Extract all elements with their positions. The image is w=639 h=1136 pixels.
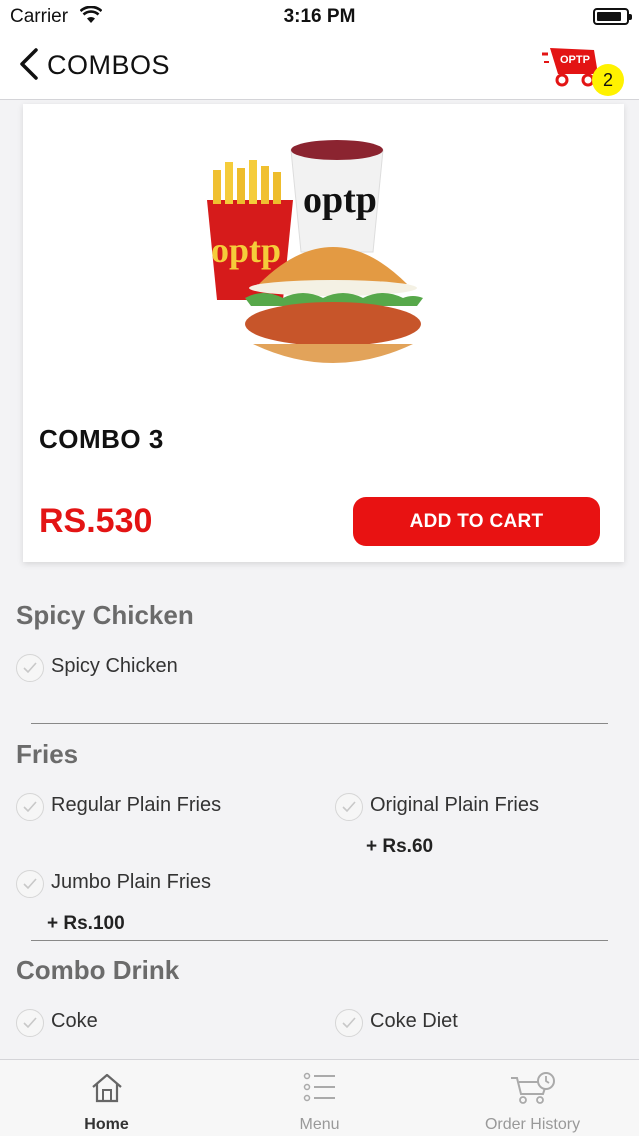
status-time: 3:16 PM (283, 6, 356, 27)
combo-image: optp optp (203, 122, 453, 372)
option-spicy-chicken[interactable]: Spicy Chicken (16, 654, 316, 684)
group-title-drink: Combo Drink (16, 955, 180, 985)
menu-list-icon (303, 1072, 337, 1107)
tab-bar: Home Menu Order History (0, 1059, 639, 1136)
option-jumbo-plain-fries[interactable]: Jumbo Plain Fries (16, 870, 316, 900)
svg-text:optp: optp (303, 179, 377, 221)
chevron-left-icon (20, 48, 38, 80)
check-icon (335, 793, 363, 821)
tab-order-history[interactable]: Order History (426, 1060, 639, 1136)
option-label: Jumbo Plain Fries (51, 871, 212, 893)
battery-icon (593, 8, 632, 25)
option-price-extra: + Rs.60 (366, 836, 434, 857)
check-icon (335, 1009, 363, 1037)
status-bar: Carrier 3:16 PM (0, 0, 639, 32)
option-label: Coke (51, 1010, 98, 1032)
tab-home[interactable]: Home (0, 1060, 213, 1136)
product-price: RS.530 (39, 502, 153, 540)
order-history-icon (509, 1072, 557, 1109)
check-icon (16, 654, 44, 682)
svg-text:OPTP: OPTP (560, 54, 590, 66)
cart-count-badge: 2 (592, 64, 624, 96)
tab-label: Order History (484, 1116, 581, 1133)
section-divider (31, 723, 608, 724)
option-coke[interactable]: Coke (16, 1009, 316, 1039)
home-icon (90, 1072, 124, 1109)
group-title-fries: Fries (16, 739, 79, 769)
option-original-plain-fries[interactable]: Original Plain Fries (335, 793, 625, 823)
option-coke-diet[interactable]: Coke Diet (335, 1009, 625, 1039)
back-button[interactable] (14, 46, 44, 82)
option-regular-plain-fries[interactable]: Regular Plain Fries (16, 793, 316, 823)
tab-label: Menu (299, 1116, 340, 1133)
group-title-main: Spicy Chicken (16, 600, 194, 630)
product-card: optp optp COMBO 3 RS.530 ADD TO CART (23, 104, 624, 562)
page-title: COMBOS (47, 50, 171, 80)
add-to-cart-button[interactable]: ADD TO CART (353, 497, 600, 546)
option-price-extra: + Rs.100 (47, 913, 125, 934)
option-label: Original Plain Fries (370, 794, 539, 816)
check-icon (16, 1009, 44, 1037)
option-label: Regular Plain Fries (51, 794, 222, 816)
section-divider (31, 940, 608, 941)
tab-label: Home (84, 1116, 129, 1133)
check-icon (16, 793, 44, 821)
product-name: COMBO 3 (39, 424, 164, 454)
svg-text:optp: optp (211, 230, 281, 270)
check-icon (16, 870, 44, 898)
option-label: Coke Diet (370, 1010, 458, 1032)
nav-header: COMBOS OPTP 2 (0, 32, 639, 100)
tab-menu[interactable]: Menu (213, 1060, 426, 1136)
option-label: Spicy Chicken (51, 655, 178, 677)
